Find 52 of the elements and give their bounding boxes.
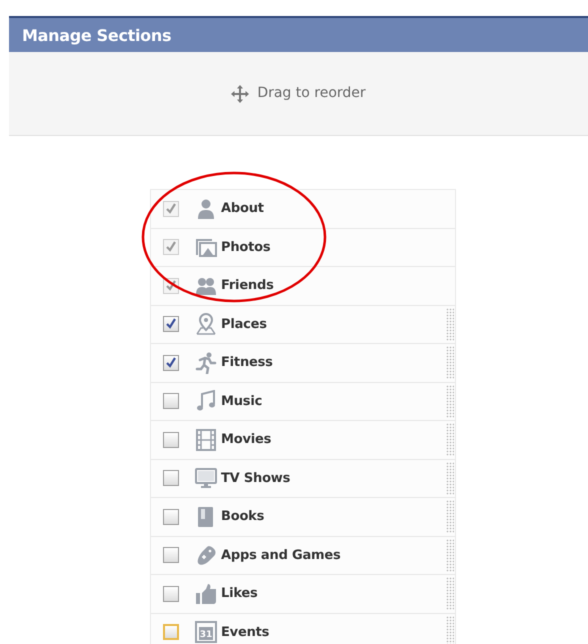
section-label: Books: [221, 508, 264, 526]
calendar-icon: 31: [195, 621, 217, 644]
section-label: Music: [221, 392, 262, 410]
person-icon: [195, 198, 217, 220]
checkbox[interactable]: [163, 508, 179, 525]
drag-handle[interactable]: [446, 462, 454, 495]
section-row[interactable]: Fitness: [151, 344, 455, 382]
checkbox[interactable]: [163, 624, 179, 640]
section-row[interactable]: Movies: [151, 421, 455, 460]
section-row[interactable]: 31 Events: [151, 614, 455, 644]
map-pin-icon: [195, 313, 217, 336]
film-icon: [195, 428, 217, 451]
section-label: Friends: [221, 277, 274, 295]
checkbox[interactable]: [163, 470, 179, 486]
thumbs-up-icon: [195, 582, 217, 605]
gamepad-icon: [195, 544, 217, 566]
checkbox[interactable]: [163, 393, 179, 410]
section-label: Likes: [221, 585, 258, 603]
section-row[interactable]: Music: [151, 382, 455, 421]
section-row[interactable]: Books: [151, 498, 455, 536]
dialog-title: Manage Sections: [9, 16, 588, 52]
drag-handle[interactable]: [446, 423, 454, 456]
runner-icon: [195, 352, 217, 374]
section-label: Photos: [221, 238, 270, 256]
checkbox[interactable]: [163, 586, 179, 602]
section-label: TV Shows: [221, 470, 290, 488]
section-row[interactable]: Apps and Games: [151, 536, 455, 575]
monitor-icon: [195, 467, 217, 490]
move-icon: [231, 84, 250, 102]
drag-handle[interactable]: [446, 500, 454, 534]
section-label: Fitness: [221, 354, 273, 372]
drag-hint: Drag to reorder: [257, 84, 366, 103]
section-label: Apps and Games: [221, 546, 341, 564]
section-label: About: [221, 200, 264, 218]
section-label: Places: [221, 316, 267, 334]
section-label: Events: [221, 624, 270, 642]
checkbox[interactable]: [163, 547, 179, 564]
drag-handle[interactable]: [446, 577, 454, 610]
drag-handle[interactable]: [446, 538, 454, 572]
drag-handle[interactable]: [446, 384, 454, 418]
section-row[interactable]: Likes: [151, 575, 455, 614]
section-label: Movies: [221, 431, 272, 449]
music-note-icon: [195, 390, 217, 412]
photos-icon: [195, 236, 217, 258]
drag-handle[interactable]: [446, 616, 454, 644]
checkbox[interactable]: [163, 354, 179, 371]
section-row[interactable]: TV Shows: [151, 460, 455, 498]
drag-handle[interactable]: [446, 346, 454, 380]
checkbox[interactable]: [163, 432, 179, 448]
checkbox[interactable]: [163, 316, 179, 332]
drag-handle[interactable]: [446, 308, 454, 341]
section-row[interactable]: Places: [151, 306, 455, 344]
